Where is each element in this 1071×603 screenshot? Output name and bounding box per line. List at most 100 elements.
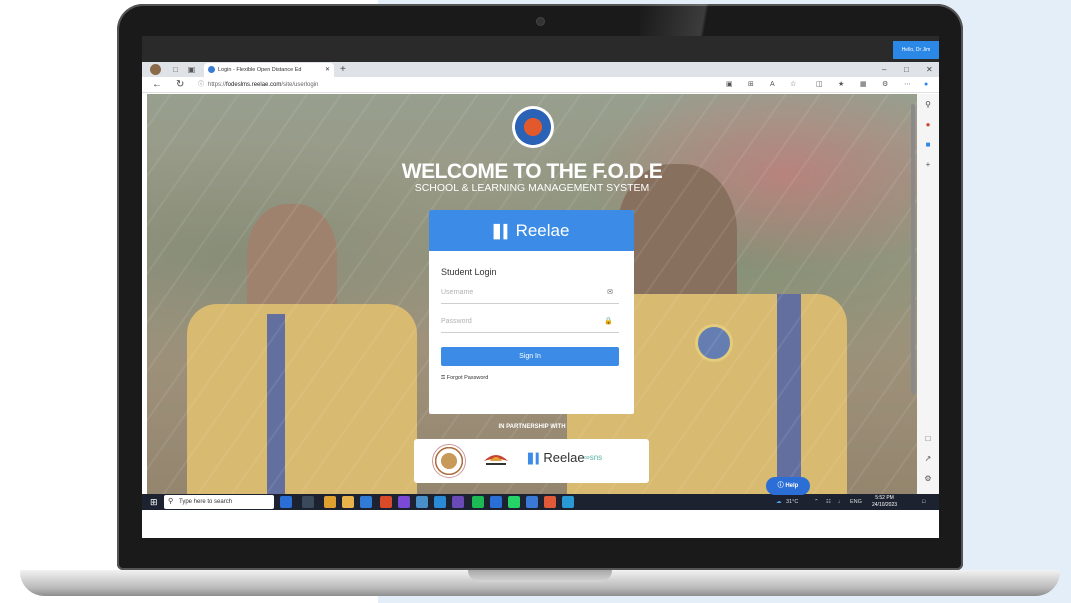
tab-actions-icon[interactable]: ▣ — [186, 64, 197, 75]
file-explorer-icon[interactable] — [342, 496, 354, 508]
clock-time: 5:52 PM — [875, 495, 894, 501]
back-arrow-icon[interactable]: ← — [152, 78, 162, 92]
edge-sidebar: ⚲ ● ■ + □ ↗ ⚙ — [917, 94, 939, 494]
app-icon[interactable] — [526, 496, 538, 508]
split-screen-icon[interactable]: ◫ — [816, 79, 823, 91]
tray-chevron-icon[interactable]: ⌃ — [814, 494, 819, 510]
workspaces-icon[interactable]: □ — [170, 64, 181, 75]
system-subtitle: SCHOOL & LEARNING MANAGEMENT SYSTEM — [414, 182, 650, 194]
sns-partner-name: sns — [589, 453, 603, 462]
help-circle-icon: ⓘ — [777, 483, 784, 489]
help-label: Help — [785, 483, 799, 489]
reader-icon[interactable]: ▣ — [726, 79, 733, 91]
notifications-icon[interactable]: □ — [922, 494, 925, 510]
shopping-icon[interactable]: ● — [921, 118, 935, 132]
collections-icon[interactable]: ▦ — [860, 79, 867, 91]
reelae-partner-name: Reelae — [543, 450, 585, 465]
windows-start-icon[interactable]: ⊞ — [150, 497, 158, 507]
close-window-icon[interactable]: ✕ — [926, 62, 933, 77]
forgot-password-link[interactable]: ⚿ Forgot Password — [441, 375, 488, 382]
url-host: fodeslms.reelae.com — [226, 82, 282, 88]
username-field[interactable]: Username ✉ — [441, 287, 619, 304]
app-icon[interactable] — [416, 496, 428, 508]
sns-app-icon[interactable] — [280, 496, 292, 508]
clock-date: 24/10/2023 — [872, 502, 898, 508]
add-icon[interactable]: + — [921, 158, 935, 172]
page-scrollbar[interactable] — [911, 104, 915, 394]
vscode-icon[interactable] — [360, 496, 372, 508]
profile-avatar-icon[interactable] — [150, 64, 161, 75]
volume-icon[interactable]: ♩ — [838, 494, 844, 510]
photos-icon[interactable] — [490, 496, 502, 508]
department-of-education-logo — [484, 455, 508, 465]
partner-logos: ▋▍Reelae ∞sns — [414, 439, 649, 483]
envelope-icon: ✉ — [607, 289, 613, 296]
spotify-icon[interactable] — [472, 496, 484, 508]
sns-partner-logo: ∞sns — [584, 453, 602, 462]
weather-icon[interactable]: ☁ — [776, 494, 782, 510]
url-path: /site/userlogin — [281, 82, 319, 88]
taskbar-search-placeholder: Type here to search — [179, 499, 233, 505]
password-field[interactable]: Password 🔒 — [441, 316, 619, 333]
apps-icon[interactable]: ⊞ — [748, 79, 754, 91]
welcome-heading: WELCOME TO THE F.O.D.E — [401, 160, 663, 183]
edge-icon[interactable] — [562, 496, 574, 508]
outlook-app-icon[interactable] — [434, 496, 446, 508]
favorite-star-icon[interactable]: ☆ — [790, 79, 796, 91]
copilot-icon[interactable]: ● — [924, 79, 928, 91]
login-card-header: ▋▍ Reelae — [429, 210, 634, 251]
tab-login[interactable]: Login - Flexible Open Distance Ed ✕ — [204, 63, 334, 77]
address-bar: ← ↻ ⓘ https://fodeslms.reelae.com/site/u… — [142, 77, 939, 93]
chrome-icon[interactable] — [324, 496, 336, 508]
system-clock[interactable]: 5:52 PM 24/10/2023 — [872, 495, 897, 509]
site-favicon-icon — [208, 66, 215, 73]
windows-taskbar: ⊞ ⚲ Type here to search ☁ 31°C ⌃ ☷ ♩ ENG… — [142, 494, 939, 510]
reelae-bars-icon: ▋▍ — [493, 224, 514, 239]
url-input[interactable]: ⓘ https://fodeslms.reelae.com/site/userl… — [196, 79, 706, 91]
refresh-icon[interactable]: ↻ — [176, 78, 184, 92]
chrome-app-icon[interactable] — [544, 496, 556, 508]
messenger-icon[interactable] — [398, 496, 410, 508]
user-greeting-badge[interactable]: Hello, Dr Jim — [893, 41, 939, 59]
new-tab-icon[interactable]: + — [340, 62, 346, 77]
key-icon: ⚿ — [441, 375, 446, 381]
png-seal-logo — [432, 444, 466, 478]
login-card: ▋▍ Reelae Student Login Username ✉ Passwo… — [429, 210, 634, 414]
sidebar-toggle-icon[interactable]: □ — [921, 432, 935, 446]
office-icon[interactable] — [380, 496, 392, 508]
whatsapp-icon[interactable] — [508, 496, 520, 508]
tab-title: Login - Flexible Open Distance Ed — [218, 67, 302, 73]
lock-icon: 🔒 — [604, 318, 613, 325]
username-placeholder: Username — [441, 289, 474, 296]
help-button[interactable]: ⓘ Help — [766, 477, 810, 495]
language-indicator[interactable]: ENG — [850, 494, 862, 510]
minimize-icon[interactable]: – — [882, 62, 886, 77]
vs-icon[interactable] — [452, 496, 464, 508]
open-external-icon[interactable]: ↗ — [921, 452, 935, 466]
forgot-password-label: Forgot Password — [446, 375, 489, 381]
outlook-icon[interactable]: ■ — [921, 138, 935, 152]
extensions-icon[interactable]: ⚙ — [882, 79, 888, 91]
more-menu-icon[interactable]: ⋯ — [904, 79, 911, 91]
password-placeholder: Password — [441, 318, 472, 325]
reelae-partner-logo: ▋▍Reelae — [528, 450, 585, 465]
task-view-icon[interactable] — [302, 496, 314, 508]
screen-top-strip: Hello, Dr Jim — [142, 36, 939, 62]
url-prefix: https:// — [208, 82, 227, 88]
favorites-icon[interactable]: ★ — [838, 79, 844, 91]
maximize-icon[interactable]: □ — [904, 62, 909, 77]
read-aloud-icon[interactable]: A — [770, 79, 775, 91]
site-info-icon[interactable]: ⓘ — [198, 79, 204, 91]
temperature[interactable]: 31°C — [786, 494, 798, 510]
settings-gear-icon[interactable]: ⚙ — [921, 472, 935, 486]
brand-name: Reelae — [515, 221, 570, 240]
sign-in-button[interactable]: Sign In — [441, 347, 619, 366]
laptop-screen: Hello, Dr Jim □ ▣ Login - Flexible Open … — [142, 36, 939, 538]
search-icon: ⚲ — [168, 498, 174, 505]
taskbar-search-input[interactable]: ⚲ Type here to search — [164, 495, 274, 509]
partnership-label: IN PARTNERSHIP WITH — [498, 424, 566, 430]
fode-logo — [512, 106, 554, 148]
search-icon[interactable]: ⚲ — [921, 98, 935, 112]
close-tab-icon[interactable]: ✕ — [325, 63, 330, 77]
network-icon[interactable]: ☷ — [826, 494, 831, 510]
